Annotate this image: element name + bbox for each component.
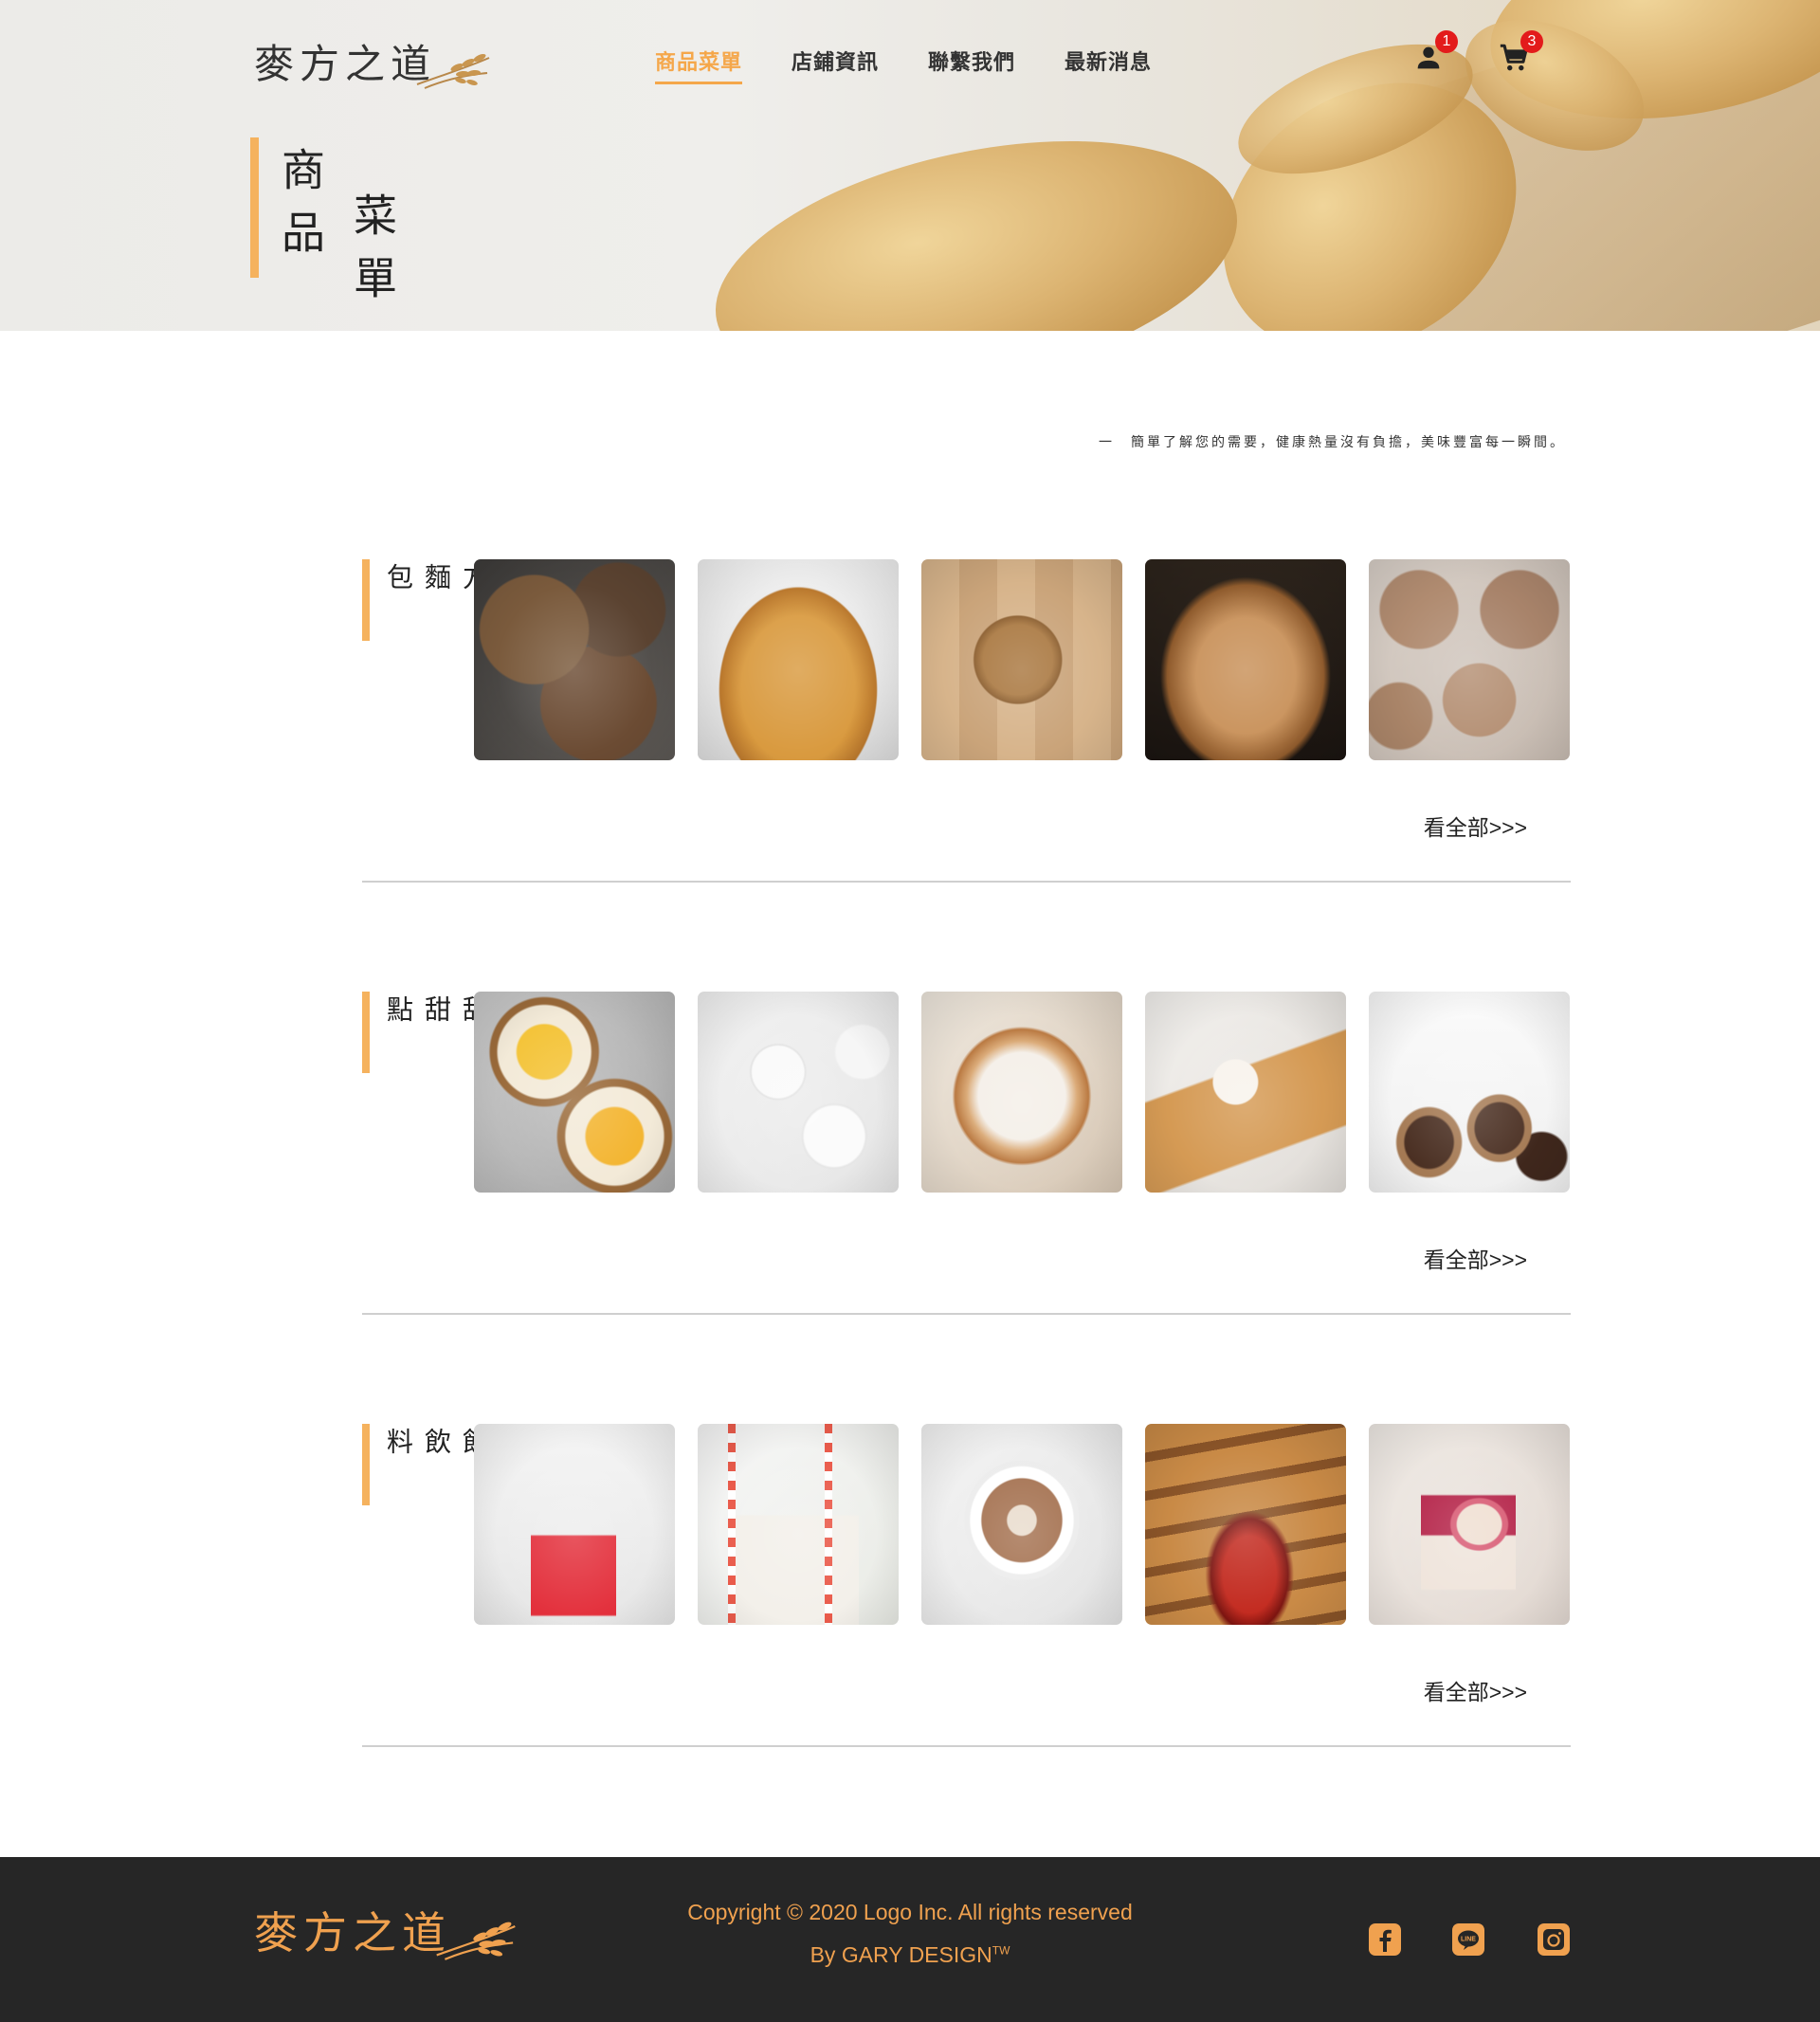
cart-button[interactable]: 3 bbox=[1498, 30, 1543, 74]
product-image[interactable] bbox=[921, 559, 1122, 760]
facebook-icon bbox=[1379, 1929, 1392, 1952]
product-image[interactable] bbox=[1145, 559, 1346, 760]
section-desserts: 甜甜點 看全部>>> bbox=[362, 992, 1571, 1390]
nav-item-contact[interactable]: 聯繫我們 bbox=[928, 46, 1015, 84]
product-image[interactable] bbox=[474, 992, 675, 1193]
product-grid bbox=[474, 559, 1570, 760]
user-badge: 1 bbox=[1435, 30, 1458, 53]
product-image[interactable] bbox=[698, 559, 899, 760]
svg-text:LINE: LINE bbox=[1461, 1937, 1476, 1943]
product-grid bbox=[474, 992, 1570, 1193]
page-title-col1: 商品 bbox=[275, 147, 326, 272]
see-all-link[interactable]: 看全部>>> bbox=[1424, 810, 1527, 842]
title-accent-bar bbox=[250, 137, 259, 278]
product-image[interactable] bbox=[1369, 1424, 1570, 1625]
nav-item-news[interactable]: 最新消息 bbox=[1065, 46, 1152, 84]
nav-item-menu[interactable]: 商品菜單 bbox=[655, 46, 743, 84]
section-drinks: 飲飲料 看全部>>> bbox=[362, 1424, 1571, 1822]
nav-item-store-info[interactable]: 店鋪資訊 bbox=[792, 46, 879, 84]
header-logo[interactable]: 麥方之道 bbox=[254, 32, 491, 90]
hero-croissant bbox=[693, 99, 1260, 331]
see-all-link[interactable]: 看全部>>> bbox=[1424, 1242, 1527, 1274]
credit-text: By GARY DESIGN bbox=[810, 1942, 992, 1967]
product-image[interactable] bbox=[1369, 559, 1570, 760]
instagram-icon bbox=[1543, 1929, 1564, 1950]
product-image[interactable] bbox=[921, 1424, 1122, 1625]
product-image[interactable] bbox=[474, 559, 675, 760]
product-image[interactable] bbox=[474, 1424, 675, 1625]
section-accent-bar bbox=[362, 992, 370, 1073]
see-all-link[interactable]: 看全部>>> bbox=[1424, 1674, 1527, 1706]
instagram-button[interactable] bbox=[1538, 1923, 1570, 1956]
main-nav: 商品菜單 店鋪資訊 聯繫我們 最新消息 bbox=[655, 46, 1152, 84]
product-image[interactable] bbox=[1145, 992, 1346, 1193]
section-accent-bar bbox=[362, 559, 370, 641]
line-button[interactable]: LINE bbox=[1452, 1923, 1484, 1956]
wheat-icon bbox=[416, 53, 490, 89]
product-image[interactable] bbox=[1369, 992, 1570, 1193]
product-image[interactable] bbox=[921, 992, 1122, 1193]
line-icon: LINE bbox=[1458, 1930, 1479, 1950]
product-grid bbox=[474, 1424, 1570, 1625]
section-bread: 麥方麵包 看全部>>> bbox=[362, 559, 1571, 957]
section-divider bbox=[362, 1745, 1571, 1747]
facebook-button[interactable] bbox=[1369, 1923, 1401, 1956]
tagline: 一 簡單了解您的需要，健康熱量沒有負擔，美味豐富每一瞬間。 bbox=[1099, 435, 1566, 450]
section-divider bbox=[362, 1313, 1571, 1315]
logo-text: 麥方之道 bbox=[254, 41, 437, 87]
page-title-col2: 菜單 bbox=[347, 192, 398, 318]
credit-mark: TW bbox=[992, 1943, 1010, 1958]
product-image[interactable] bbox=[698, 992, 899, 1193]
user-button[interactable]: 1 bbox=[1412, 30, 1458, 74]
copyright-text: Copyright © 2020 Logo Inc. All rights re… bbox=[687, 1900, 1133, 1924]
section-accent-bar bbox=[362, 1424, 370, 1505]
page-title: 商品 菜單 bbox=[250, 137, 402, 318]
product-image[interactable] bbox=[698, 1424, 899, 1625]
cart-badge: 3 bbox=[1520, 30, 1543, 53]
product-image[interactable] bbox=[1145, 1424, 1346, 1625]
footer: 麥方之道 Copyright © 2020 Logo Inc. All righ… bbox=[0, 1857, 1820, 2022]
section-divider bbox=[362, 881, 1571, 883]
